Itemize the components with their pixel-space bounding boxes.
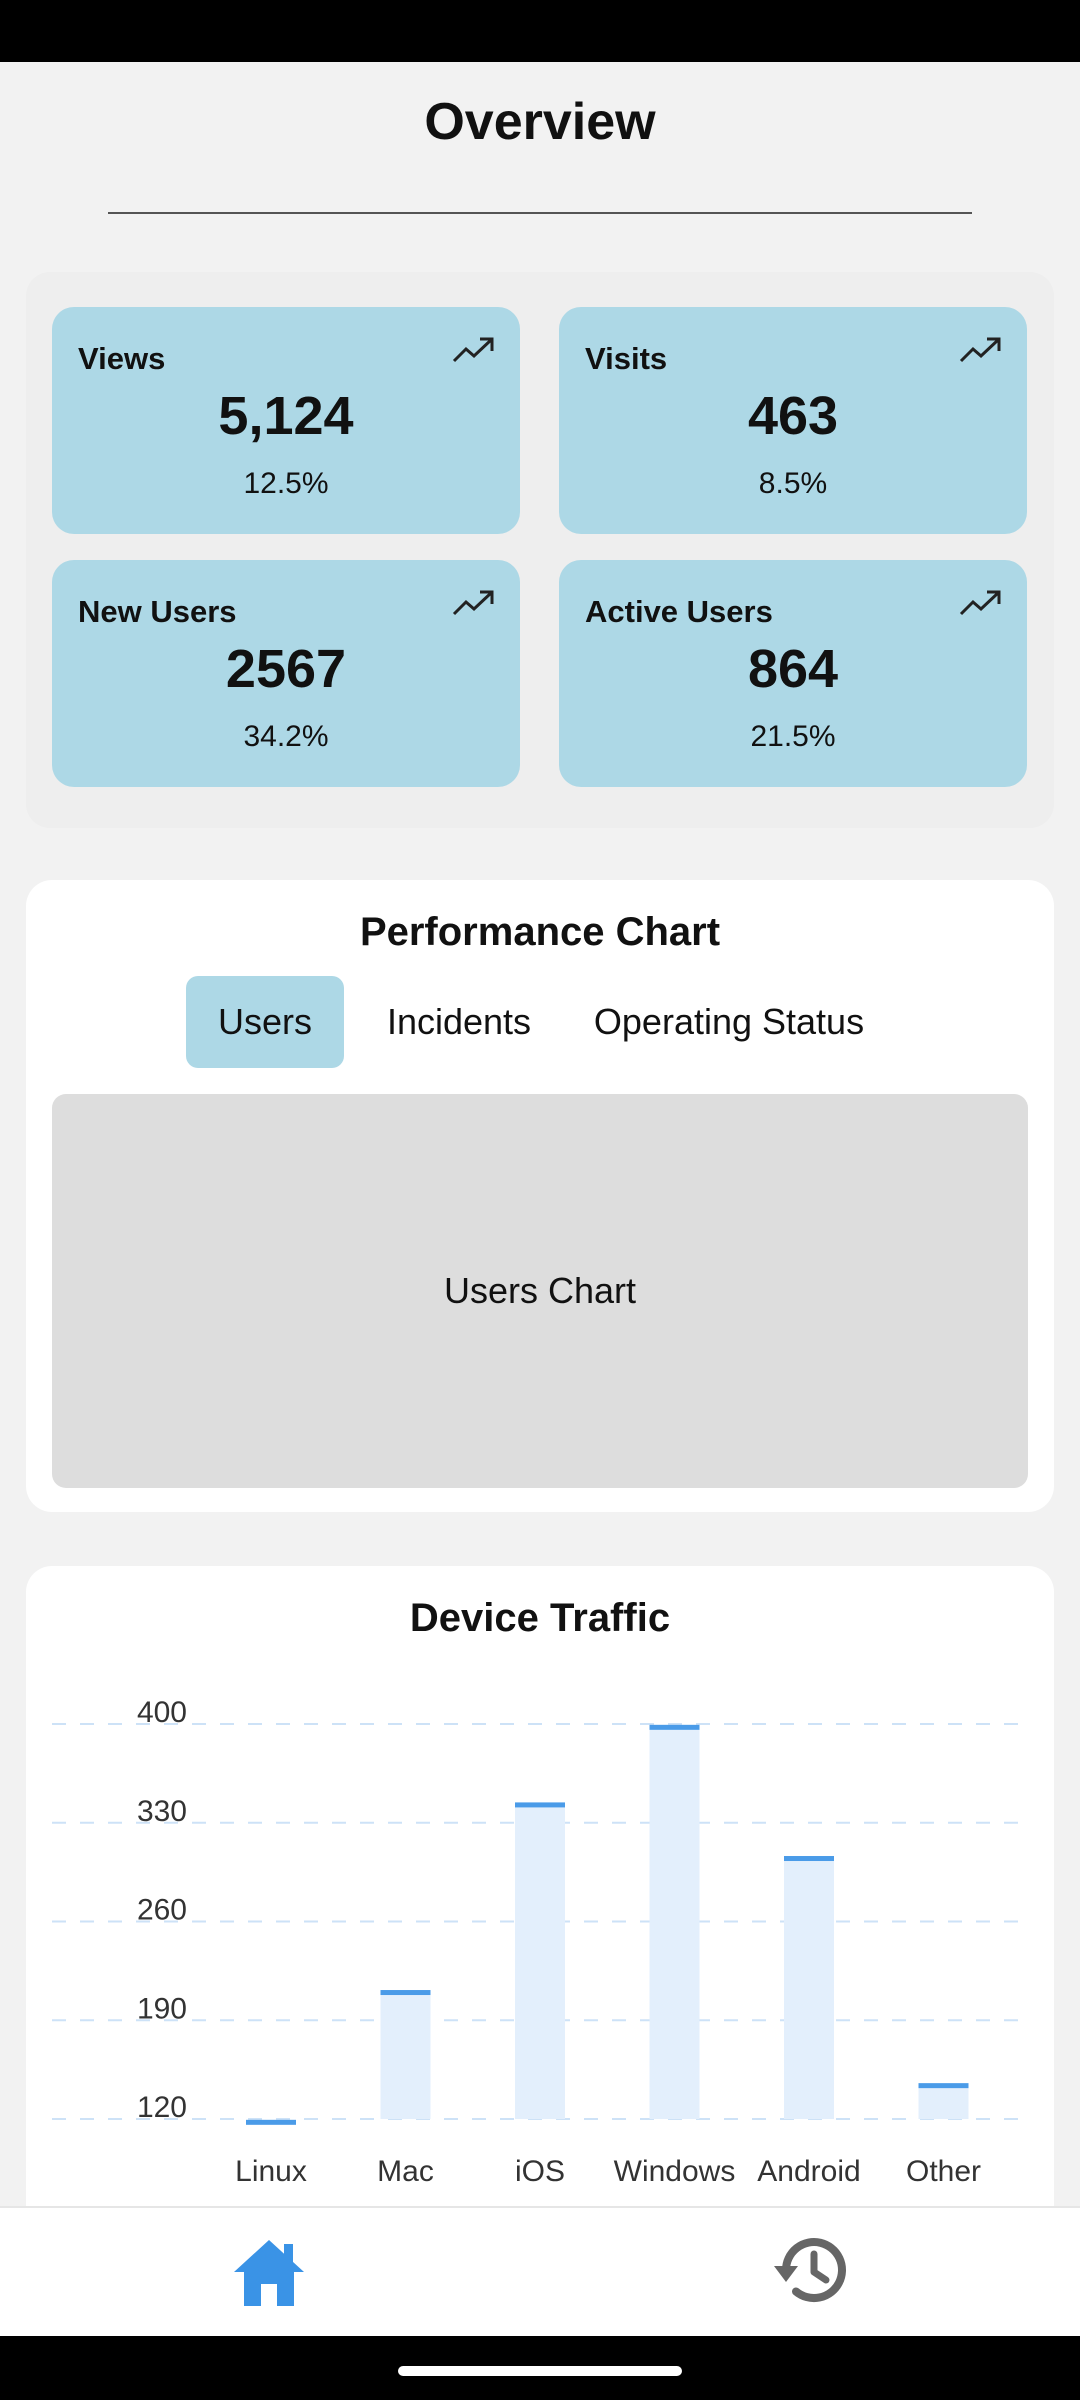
x-tick-label: Android <box>757 2155 860 2188</box>
performance-title: Performance Chart <box>359 910 721 954</box>
tab-operating-status[interactable]: Operating Status <box>574 976 884 1068</box>
bar-android[interactable] <box>784 1858 834 2119</box>
y-tick-label: 330 <box>137 1795 187 1828</box>
stat-card-new-users[interactable]: New Users 2567 34.2% <box>52 560 520 787</box>
stat-value: 864 <box>747 639 839 699</box>
x-tick-label: Linux <box>235 2155 307 2188</box>
bar-cap-windows <box>649 1724 700 1730</box>
bar-cap-ios <box>515 1802 565 1808</box>
trending-up-icon <box>959 337 1001 363</box>
bar-cap-other <box>918 2083 969 2089</box>
tab-users[interactable]: Users <box>186 976 344 1068</box>
x-tick-label: Other <box>906 2155 981 2188</box>
users-chart-label: Users Chart <box>443 1270 637 1311</box>
device-traffic-chart: 120 190 260 330 400 Linux Mac iOS Windows Android… <box>52 1696 1028 2188</box>
trending-up-icon <box>452 590 494 616</box>
history-icon[interactable] <box>772 2230 852 2310</box>
trending-up-icon <box>959 590 1001 616</box>
performance-card: Performance Chart Users Incidents Operat… <box>26 880 1054 1512</box>
gesture-handle[interactable] <box>398 2366 682 2376</box>
stat-change: 34.2% <box>243 720 329 753</box>
page-title: Overview <box>424 93 656 151</box>
status-bar <box>0 0 1080 62</box>
y-tick-label: 400 <box>137 1696 187 1729</box>
stat-value: 2567 <box>225 639 347 699</box>
x-tick-label: Windows <box>614 2155 736 2188</box>
stat-card-visits[interactable]: Visits 463 8.5% <box>559 307 1027 534</box>
home-icon[interactable] <box>230 2234 308 2312</box>
trending-up-icon <box>452 337 494 363</box>
y-tick-label: 120 <box>137 2091 187 2124</box>
stat-card-active-users[interactable]: Active Users 864 21.5% <box>559 560 1027 787</box>
stat-value: 463 <box>747 386 839 446</box>
stat-label: Visits <box>585 341 668 376</box>
bar-windows[interactable] <box>649 1726 700 2119</box>
stat-card-views[interactable]: Views 5,124 12.5% <box>52 307 520 534</box>
title-divider <box>108 212 972 214</box>
tab-incidents[interactable]: Incidents <box>360 976 558 1068</box>
stat-label: Views <box>78 341 166 376</box>
gesture-bar <box>0 2336 1080 2400</box>
stat-label: Active Users <box>585 594 773 629</box>
x-tick-label: Mac <box>377 2155 434 2188</box>
bar-ios[interactable] <box>515 1804 565 2119</box>
stat-label: New Users <box>78 594 237 629</box>
bar-cap-mac <box>380 1990 431 1996</box>
y-tick-label: 190 <box>137 1992 187 2025</box>
x-tick-label: iOS <box>515 2155 565 2188</box>
bar-cap-linux <box>246 2119 296 2125</box>
bar-other[interactable] <box>918 2085 969 2119</box>
stat-change: 8.5% <box>758 467 828 500</box>
stats-panel: Views 5,124 12.5% Visits 463 8.5% New Us… <box>26 272 1054 828</box>
stat-change: 21.5% <box>750 720 836 753</box>
users-chart-placeholder: Users Chart <box>52 1094 1028 1488</box>
bar-mac[interactable] <box>380 1992 431 2119</box>
bottom-nav <box>0 2206 1080 2336</box>
y-tick-label: 260 <box>137 1894 187 1927</box>
stat-change: 12.5% <box>243 467 329 500</box>
bar-cap-android <box>784 1856 834 1862</box>
stat-value: 5,124 <box>218 386 354 446</box>
